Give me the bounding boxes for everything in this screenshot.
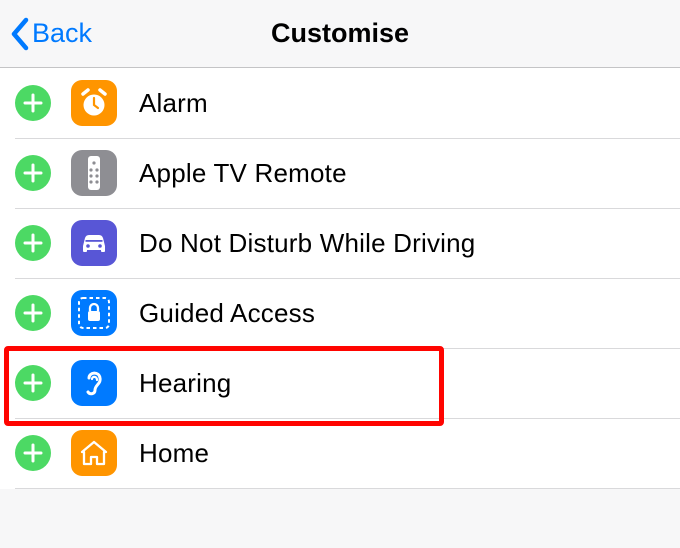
home-icon [71, 430, 117, 476]
navbar: Back Customise [0, 0, 680, 68]
add-button[interactable] [15, 85, 51, 121]
plus-icon [23, 443, 43, 463]
plus-icon [23, 303, 43, 323]
list-item-alarm[interactable]: Alarm [0, 68, 680, 138]
row-label: Alarm [139, 88, 208, 119]
guided-access-icon [71, 290, 117, 336]
controls-list: Alarm Apple TV Remote [0, 68, 680, 489]
row-label: Apple TV Remote [139, 158, 347, 189]
list-item-guided-access[interactable]: Guided Access [0, 278, 680, 348]
plus-icon [23, 233, 43, 253]
row-label: Guided Access [139, 298, 315, 329]
list-item-apple-tv-remote[interactable]: Apple TV Remote [0, 138, 680, 208]
row-label: Do Not Disturb While Driving [139, 228, 475, 259]
list-item-home[interactable]: Home [0, 418, 680, 488]
add-button[interactable] [15, 295, 51, 331]
plus-icon [23, 93, 43, 113]
add-button[interactable] [15, 365, 51, 401]
add-button[interactable] [15, 435, 51, 471]
list-item-hearing[interactable]: Hearing [0, 348, 680, 418]
row-label: Home [139, 438, 209, 469]
apple-tv-remote-icon [71, 150, 117, 196]
chevron-left-icon [10, 17, 30, 51]
back-label: Back [32, 18, 92, 49]
plus-icon [23, 163, 43, 183]
plus-icon [23, 373, 43, 393]
page-title: Customise [0, 18, 680, 49]
ear-icon [71, 360, 117, 406]
back-button[interactable]: Back [10, 17, 92, 51]
add-button[interactable] [15, 155, 51, 191]
list-item-dnd-driving[interactable]: Do Not Disturb While Driving [0, 208, 680, 278]
car-icon [71, 220, 117, 266]
add-button[interactable] [15, 225, 51, 261]
row-label: Hearing [139, 368, 231, 399]
alarm-icon [71, 80, 117, 126]
